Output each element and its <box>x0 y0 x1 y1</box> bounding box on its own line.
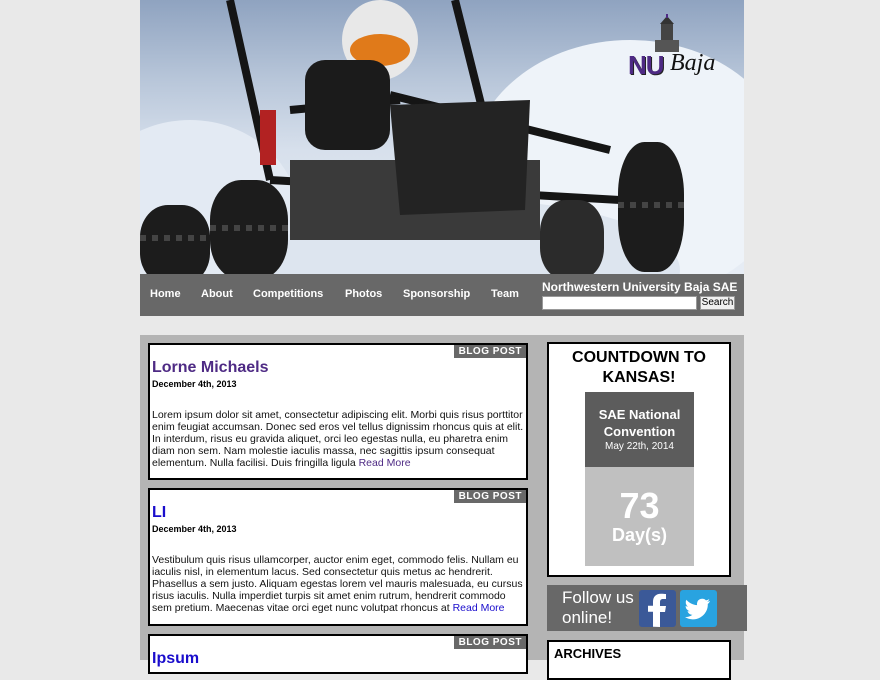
nav-team[interactable]: Team <box>491 288 519 300</box>
countdown-number: 73 <box>619 485 660 526</box>
search-button[interactable]: Search <box>700 296 735 310</box>
countdown-widget: COUNTDOWN TO KANSAS! SAE National Conven… <box>547 342 731 577</box>
countdown-title: COUNTDOWN TO KANSAS! <box>572 349 706 386</box>
post-excerpt-text: Lorem ipsum dolor sit amet, consectetur … <box>152 409 524 469</box>
nav-home[interactable]: Home <box>150 288 181 300</box>
logo-nu-text: NU <box>628 50 665 80</box>
countdown-event-name: SAE National Convention <box>598 407 681 439</box>
post-date: December 4th, 2013 <box>152 379 237 389</box>
countdown-event-box: SAE National Convention May 22th, 2014 <box>585 392 694 467</box>
post-tag: BLOG POST <box>453 490 526 503</box>
countdown-unit: Day(s) <box>611 525 668 545</box>
page-wrapper: NU Baja Home About Competitions Photos S… <box>140 0 747 680</box>
blog-post: BLOG POST Ipsum <box>148 634 528 674</box>
post-tag: BLOG POST <box>453 636 526 649</box>
read-more-link[interactable]: Read More <box>453 602 505 614</box>
post-excerpt: Vestibulum quis risus ullamcorper, aucto… <box>152 554 526 614</box>
blog-post: BLOG POST Lorne Michaels December 4th, 2… <box>148 343 528 480</box>
archives-widget: ARCHIVES <box>547 640 731 680</box>
site-title: Northwestern University Baja SAE <box>542 280 738 294</box>
post-title[interactable]: LI <box>152 504 166 522</box>
nav-photos[interactable]: Photos <box>345 288 382 300</box>
post-tag: BLOG POST <box>453 345 526 358</box>
archives-title: ARCHIVES <box>554 646 622 661</box>
facebook-icon[interactable] <box>639 590 676 627</box>
nubaja-logo[interactable]: NU Baja <box>628 12 732 86</box>
read-more-link[interactable]: Read More <box>359 457 411 469</box>
countdown-days-box: 73 Day(s) <box>585 467 694 566</box>
main-navigation: Home About Competitions Photos Sponsorsh… <box>140 274 744 316</box>
follow-us-box: Follow us online! <box>547 585 747 631</box>
post-date: December 4th, 2013 <box>152 524 237 534</box>
tower-icon <box>655 14 679 52</box>
post-title[interactable]: Ipsum <box>152 650 199 668</box>
logo-baja-text: Baja <box>670 50 716 76</box>
post-title[interactable]: Lorne Michaels <box>152 359 268 377</box>
post-excerpt: Lorem ipsum dolor sit amet, consectetur … <box>152 409 526 469</box>
nav-about[interactable]: About <box>201 288 233 300</box>
follow-us-text: Follow us online! <box>562 588 634 627</box>
nav-sponsorship[interactable]: Sponsorship <box>403 288 470 300</box>
nav-competitions[interactable]: Competitions <box>253 288 323 300</box>
blog-post: BLOG POST LI December 4th, 2013 Vestibul… <box>148 488 528 626</box>
main-content: BLOG POST Lorne Michaels December 4th, 2… <box>140 335 747 680</box>
countdown-event-date: May 22th, 2014 <box>605 441 674 452</box>
search-input[interactable] <box>542 296 697 310</box>
twitter-icon[interactable] <box>680 590 717 627</box>
header-banner-image: NU Baja <box>140 0 744 274</box>
